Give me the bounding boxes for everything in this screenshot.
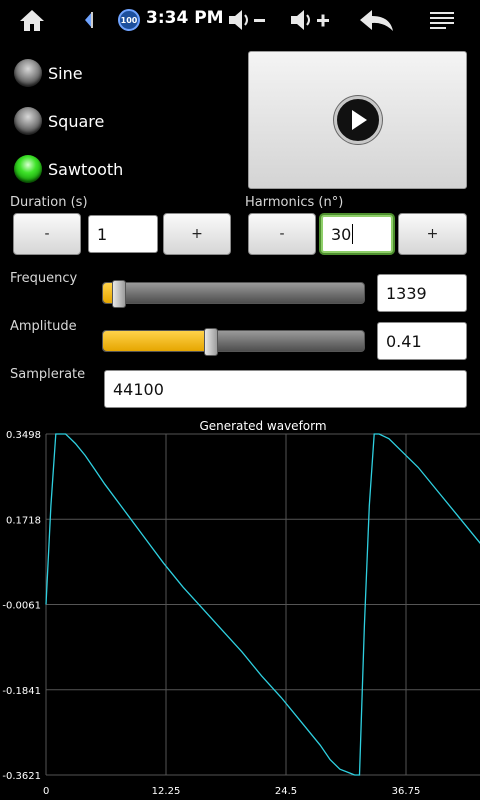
duration-input[interactable]: 1 bbox=[88, 215, 158, 253]
amplitude-value: 0.41 bbox=[386, 331, 422, 351]
waveform-option-label: Square bbox=[48, 111, 105, 131]
y-tick-label: 0.1718 bbox=[6, 515, 41, 526]
y-tick-label: -0.0061 bbox=[2, 601, 41, 612]
y-tick-label: -0.1841 bbox=[2, 686, 41, 697]
play-button[interactable] bbox=[333, 96, 382, 144]
frequency-slider[interactable] bbox=[102, 280, 365, 308]
menu-icon[interactable] bbox=[424, 0, 460, 40]
frequency-label: Frequency bbox=[10, 271, 78, 286]
waveform-plot: 012.2524.536.75490.34980.1718-0.0061-0.1… bbox=[2, 430, 480, 797]
duration-minus-button[interactable]: - bbox=[13, 213, 81, 255]
harmonics-minus-button[interactable]: - bbox=[248, 213, 316, 255]
radio-led-icon bbox=[14, 59, 42, 87]
harmonics-label: Harmonics (n°) bbox=[245, 195, 344, 210]
harmonics-plus-button[interactable]: + bbox=[398, 213, 467, 255]
y-tick-label: -0.3621 bbox=[2, 771, 41, 782]
notification-icon[interactable] bbox=[78, 0, 98, 40]
x-tick-label: 12.25 bbox=[152, 786, 181, 797]
amplitude-input[interactable]: 0.41 bbox=[377, 322, 467, 360]
waveform-option-label: Sawtooth bbox=[48, 159, 124, 179]
samplerate-label: Samplerate bbox=[10, 367, 86, 382]
duration-plus-button[interactable]: + bbox=[163, 213, 231, 255]
frequency-value: 1339 bbox=[386, 283, 427, 303]
amplitude-slider[interactable] bbox=[102, 328, 365, 356]
battery-badge-icon: 100 bbox=[118, 9, 140, 31]
samplerate-input[interactable]: 44100 bbox=[104, 370, 467, 408]
text-caret bbox=[352, 224, 354, 244]
home-icon[interactable] bbox=[14, 0, 50, 40]
duration-value: 1 bbox=[97, 224, 108, 244]
radio-led-selected-icon bbox=[14, 155, 42, 183]
x-tick-label: 36.75 bbox=[392, 786, 421, 797]
play-icon bbox=[351, 110, 367, 130]
amplitude-slider-fill bbox=[103, 331, 211, 351]
harmonics-value: 30 bbox=[331, 224, 352, 244]
radio-led-icon bbox=[14, 107, 42, 135]
x-tick-label: 0 bbox=[43, 786, 49, 797]
amplitude-slider-thumb[interactable] bbox=[204, 328, 218, 356]
harmonics-input[interactable]: 30 bbox=[321, 215, 393, 253]
frequency-input[interactable]: 1339 bbox=[377, 274, 467, 312]
clock: 3:34 PM bbox=[146, 8, 224, 28]
frequency-slider-thumb[interactable] bbox=[112, 280, 126, 308]
y-tick-label: 0.3498 bbox=[6, 430, 41, 441]
waveform-option-sine[interactable]: Sine bbox=[14, 56, 83, 90]
status-bar: 100 3:34 PM bbox=[0, 0, 480, 40]
waveform-option-label: Sine bbox=[48, 63, 83, 83]
waveform-chart: Generated waveform 012.2524.536.75490.34… bbox=[0, 416, 480, 800]
waveform-option-sawtooth[interactable]: Sawtooth bbox=[14, 152, 123, 186]
amplitude-label: Amplitude bbox=[10, 319, 77, 334]
x-tick-label: 24.5 bbox=[275, 786, 297, 797]
back-icon[interactable] bbox=[356, 0, 398, 40]
volume-down-icon[interactable] bbox=[226, 0, 268, 40]
volume-up-icon[interactable] bbox=[288, 0, 334, 40]
duration-label: Duration (s) bbox=[10, 195, 88, 210]
play-panel[interactable] bbox=[248, 51, 467, 189]
samplerate-value: 44100 bbox=[113, 379, 164, 399]
waveform-option-square[interactable]: Square bbox=[14, 104, 104, 138]
